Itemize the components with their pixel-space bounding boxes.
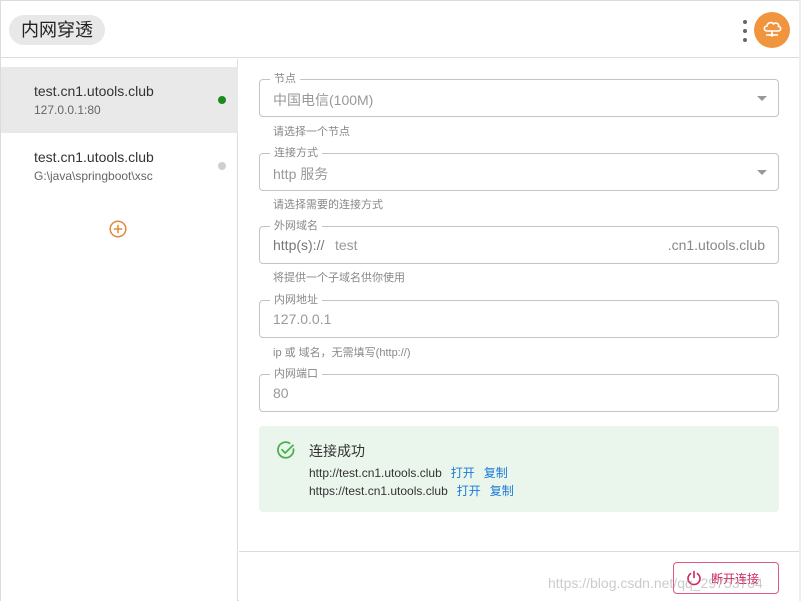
field-legend: 连接方式 [270,146,322,160]
node-select[interactable]: 节点 中国电信(100M) [259,72,779,117]
public-url: https://test.cn1.utools.club [309,484,448,498]
header: 内网穿透 [1,1,800,58]
domain-suffix: .cn1.utools.club [667,237,765,253]
field-legend: 内网端口 [270,367,322,381]
input-value: 80 [273,385,289,401]
add-circle-icon[interactable] [109,220,127,238]
helper-text: 将提供一个子域名供你使用 [273,272,405,284]
open-link[interactable]: 打开 [451,466,475,480]
page-title: 内网穿透 [9,15,105,45]
success-alert: 连接成功 http://test.cn1.utools.club 打开 复制 htt… [259,426,779,512]
url-row-https: https://test.cn1.utools.club 打开 复制 [309,482,514,499]
copy-link[interactable]: 复制 [490,484,514,498]
chevron-down-icon [757,96,767,101]
domain-field[interactable]: 外网域名 http(s):// test .cn1.utools.club [259,219,779,264]
helper-text: 请选择需要的连接方式 [273,199,383,211]
input-value: 127.0.0.1 [273,311,332,327]
subdomain-input[interactable]: test [335,237,358,253]
open-link[interactable]: 打开 [457,484,481,498]
public-url: http://test.cn1.utools.club [309,466,442,480]
chevron-down-icon [757,170,767,175]
helper-text: ip 或 域名，无需填写(http://) [273,347,411,359]
connection-host: test.cn1.utools.club [34,149,154,165]
url-row-http: http://test.cn1.utools.club 打开 复制 [309,464,508,481]
sidebar: test.cn1.utools.club 127.0.0.1:80 test.c… [1,59,238,601]
cloud-network-icon [763,21,782,37]
domain-prefix: http(s):// [273,237,325,253]
app-window: 内网穿透 test.cn1.utools.club 127.0.0.1:80 t… [0,0,801,601]
more-vertical-icon[interactable] [739,18,751,44]
connection-target: G:\java\springboot\xsc [34,169,153,183]
local-port-field[interactable]: 内网端口 80 [259,367,779,412]
status-dot [218,162,226,170]
status-dot [218,96,226,104]
select-value: 中国电信(100M) [273,92,374,108]
sidebar-item-connection-1[interactable]: test.cn1.utools.club 127.0.0.1:80 [1,67,238,133]
helper-text: 请选择一个节点 [273,126,350,138]
select-value: http 服务 [273,166,329,182]
field-legend: 外网域名 [270,219,322,233]
field-legend: 节点 [270,72,300,86]
field-legend: 内网地址 [270,293,322,307]
connection-host: test.cn1.utools.club [34,83,154,99]
mode-select[interactable]: 连接方式 http 服务 [259,146,779,191]
watermark: https://blog.csdn.net/qq_29753734 [548,575,763,591]
check-circle-icon [277,441,295,459]
sidebar-item-connection-2[interactable]: test.cn1.utools.club G:\java\springboot\… [1,133,238,199]
copy-link[interactable]: 复制 [484,466,508,480]
local-address-field[interactable]: 内网地址 127.0.0.1 [259,293,779,338]
connection-target: 127.0.0.1:80 [34,103,101,117]
success-title: 连接成功 [309,443,365,459]
connection-form: 节点 中国电信(100M) 请选择一个节点 连接方式 http 服务 请选择需要… [239,59,800,551]
avatar[interactable] [754,12,790,48]
